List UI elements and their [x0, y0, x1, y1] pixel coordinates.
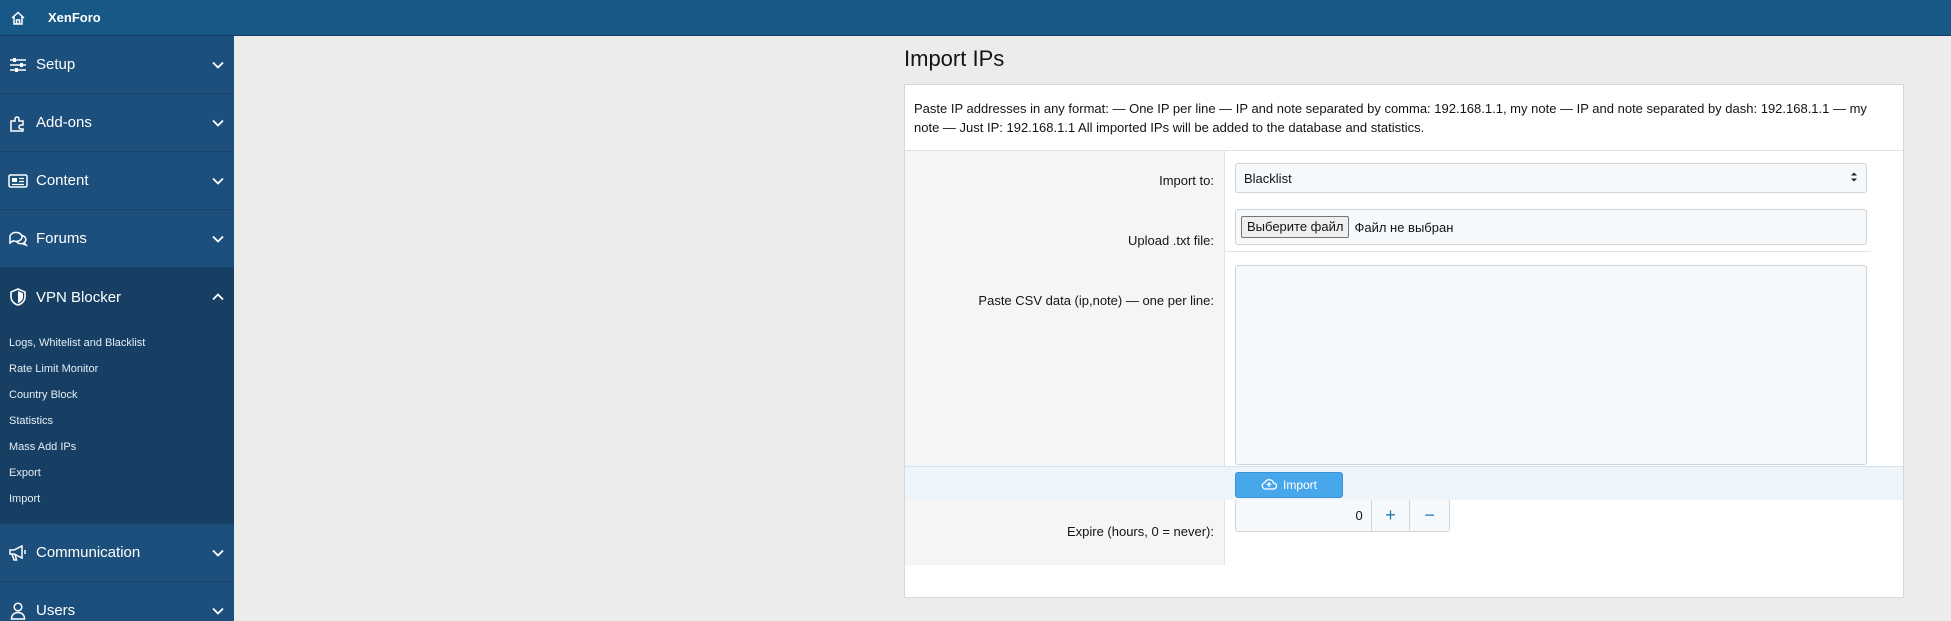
vpn-blocker-subnav: Logs, Whitelist and Blacklist Rate Limit…	[0, 326, 234, 524]
cloud-upload-icon	[1261, 478, 1278, 493]
sidebar-item-import[interactable]: Import	[0, 486, 234, 512]
sidebar-item-country-block[interactable]: Country Block	[0, 382, 234, 408]
import-to-label: Import to:	[1159, 173, 1214, 188]
sidebar-section-forums[interactable]: Forums	[0, 210, 234, 268]
select-arrows-icon	[1850, 171, 1858, 186]
puzzle-icon	[0, 94, 36, 152]
main-content: Import IPs Paste IP addresses in any for…	[234, 36, 1951, 621]
form-submit-row: Import	[905, 466, 1903, 500]
sidebar-section-communication[interactable]: Communication	[0, 524, 234, 582]
chevron-down-icon	[202, 524, 234, 582]
newspaper-icon	[0, 152, 36, 210]
chevron-down-icon	[202, 152, 234, 210]
expire-input[interactable]: 0	[1236, 500, 1372, 531]
sidebar-section-label: Setup	[36, 56, 76, 73]
sidebar: Setup Add-ons Content Forums VPN Blocker…	[0, 36, 234, 621]
sidebar-item-export[interactable]: Export	[0, 460, 234, 486]
chevron-down-icon	[202, 36, 234, 94]
sidebar-section-content[interactable]: Content	[0, 152, 234, 210]
choose-file-button[interactable]: Выберите файл	[1241, 216, 1350, 238]
chevron-down-icon	[202, 94, 234, 152]
sidebar-section-label: Add-ons	[36, 114, 92, 131]
file-status: Файл не выбран	[1354, 219, 1454, 235]
brand-link[interactable]: XenForo	[48, 10, 101, 25]
expire-label: Expire (hours, 0 = never):	[1066, 524, 1214, 539]
import-to-value: Blacklist	[1244, 170, 1292, 186]
import-to-select[interactable]: Blacklist	[1235, 163, 1867, 193]
megaphone-icon	[0, 524, 36, 582]
sidebar-section-setup[interactable]: Setup	[0, 36, 234, 94]
chevron-up-icon	[202, 268, 234, 326]
sidebar-section-label: Forums	[36, 230, 87, 247]
chevron-down-icon	[202, 582, 234, 621]
increment-button[interactable]: +	[1372, 500, 1411, 531]
import-button-label: Import	[1282, 478, 1317, 492]
sidebar-section-vpn-blocker[interactable]: VPN Blocker	[0, 268, 234, 326]
label-column: Import to: Upload .txt file: Paste CSV d…	[905, 151, 1225, 565]
import-form: Paste IP addresses in any format: — One …	[904, 84, 1904, 598]
user-icon	[0, 582, 36, 621]
sidebar-section-label: Communication	[36, 544, 141, 561]
sidebar-item-rate-limit-monitor[interactable]: Rate Limit Monitor	[0, 356, 234, 382]
shield-icon	[0, 268, 36, 326]
sidebar-item-mass-add-ips[interactable]: Mass Add IPs	[0, 434, 234, 460]
sidebar-item-statistics[interactable]: Statistics	[0, 408, 234, 434]
import-button[interactable]: Import	[1235, 472, 1343, 498]
top-bar: XenForo	[0, 0, 1951, 36]
home-icon[interactable]	[0, 0, 36, 36]
page-title: Import IPs	[904, 46, 1005, 71]
sidebar-section-users[interactable]: Users	[0, 582, 234, 621]
file-upload[interactable]: Выберите файл Файл не выбран	[1235, 209, 1867, 245]
comments-icon	[0, 210, 36, 268]
sidebar-item-logs[interactable]: Logs, Whitelist and Blacklist	[0, 330, 234, 356]
sidebar-section-label: Content	[36, 172, 89, 189]
csv-label: Paste CSV data (ip,note) — one per line:	[978, 293, 1214, 308]
decrement-button[interactable]: −	[1410, 500, 1449, 531]
divider	[1225, 251, 1871, 252]
chevron-down-icon	[202, 210, 234, 268]
form-explain: Paste IP addresses in any format: — One …	[905, 85, 1903, 151]
expire-stepper[interactable]: 0 + −	[1235, 499, 1450, 532]
sidebar-section-label: Users	[36, 602, 76, 619]
csv-textarea[interactable]	[1235, 265, 1867, 465]
sidebar-section-label: VPN Blocker	[36, 288, 122, 306]
sliders-icon	[0, 36, 36, 94]
upload-label: Upload .txt file:	[1128, 233, 1214, 248]
form-rows: Import to: Upload .txt file: Paste CSV d…	[905, 151, 1903, 565]
sidebar-section-addons[interactable]: Add-ons	[0, 94, 234, 152]
